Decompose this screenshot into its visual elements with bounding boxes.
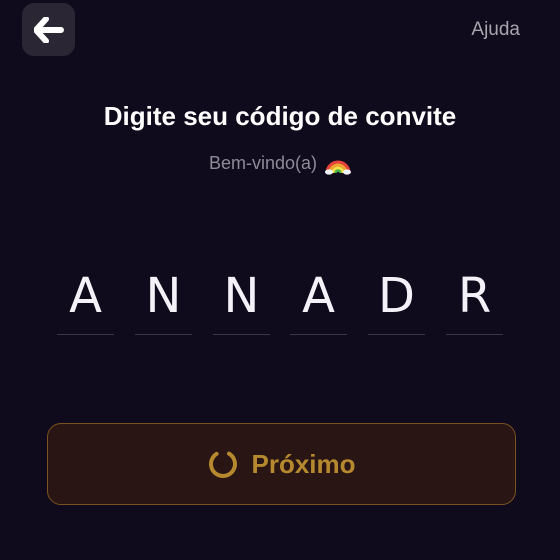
code-char: D: [378, 268, 415, 324]
spinner-icon: [209, 450, 238, 478]
code-char: N: [223, 268, 260, 324]
rainbow-icon: [325, 160, 352, 175]
code-char: R: [457, 268, 492, 324]
back-button[interactable]: [22, 3, 75, 56]
code-char: A: [69, 268, 102, 324]
code-cell-6[interactable]: R: [446, 268, 503, 335]
code-cell-2[interactable]: N: [135, 268, 192, 335]
code-char: N: [145, 268, 182, 324]
code-cell-4[interactable]: A: [290, 268, 347, 335]
arrow-left-icon: [33, 16, 64, 43]
code-cell-5[interactable]: D: [368, 268, 425, 335]
help-link[interactable]: Ajuda: [471, 19, 520, 41]
code-char: A: [302, 268, 335, 324]
subtitle-row: Bem-vindo(a): [0, 151, 560, 175]
next-button-label: Próximo: [251, 448, 356, 479]
welcome-subtitle: Bem-vindo(a): [208, 152, 318, 173]
invite-code-screen: Ajuda Digite seu código de convite Bem-v…: [0, 0, 560, 560]
invite-code-input[interactable]: A N N A D R: [57, 268, 503, 338]
code-cell-3[interactable]: N: [213, 268, 270, 335]
page-title: Digite seu código de convite: [103, 101, 457, 131]
code-cell-1[interactable]: A: [57, 268, 114, 335]
next-button[interactable]: Próximo: [47, 423, 516, 505]
